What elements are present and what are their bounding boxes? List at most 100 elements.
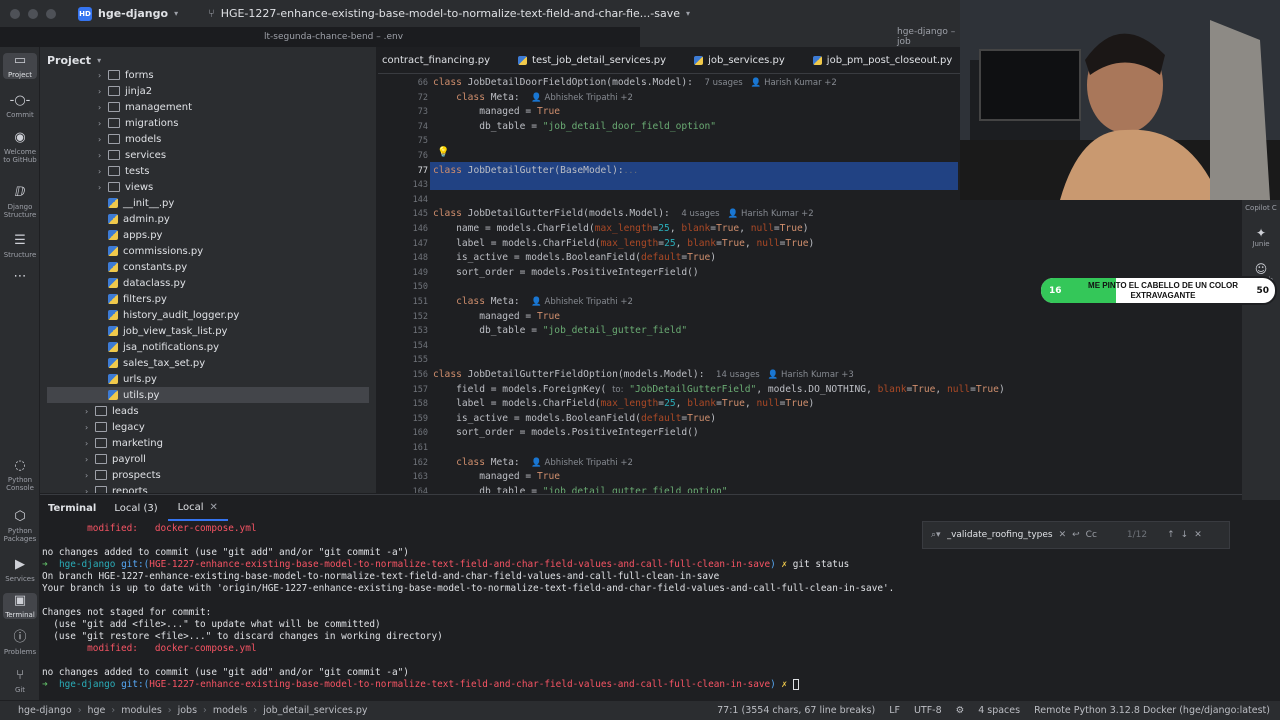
code-line[interactable]: db_table = "job_detail_door_field_option…: [433, 121, 716, 132]
tree-file[interactable]: sales_tax_set.py: [40, 355, 205, 371]
line-number[interactable]: 161: [378, 443, 428, 453]
chevron-right-icon[interactable]: ›: [98, 103, 108, 112]
chevron-right-icon[interactable]: ›: [98, 119, 108, 128]
chevron-right-icon[interactable]: ›: [98, 87, 108, 96]
chevron-right-icon[interactable]: ›: [85, 423, 95, 432]
previous-match-icon[interactable]: ↑: [1167, 530, 1175, 540]
chevron-down-icon[interactable]: ▾: [686, 9, 690, 18]
code-line[interactable]: class JobDetailGutterField(models.Model)…: [433, 208, 814, 219]
tree-folder[interactable]: › prospects: [40, 467, 161, 483]
tree-folder[interactable]: › services: [40, 147, 166, 163]
line-number[interactable]: 74: [378, 122, 428, 132]
line-number[interactable]: 145: [378, 209, 428, 219]
line-number[interactable]: 149: [378, 268, 428, 278]
file-encoding[interactable]: UTF-8: [914, 705, 942, 716]
code-line[interactable]: class Meta: 👤 Abhishek Tripathi +2: [433, 92, 633, 103]
tool-python-console[interactable]: ◌ Python Console: [0, 458, 40, 492]
code-line[interactable]: sort_order = models.PositiveIntegerField…: [433, 427, 699, 438]
line-number[interactable]: 159: [378, 414, 428, 424]
editor-tab[interactable]: test_job_detail_services.py: [504, 47, 680, 73]
line-number[interactable]: 143: [378, 180, 428, 190]
line-number[interactable]: 153: [378, 326, 428, 336]
minimize-window-button[interactable]: [28, 8, 38, 19]
close-search-icon[interactable]: ✕: [1194, 530, 1202, 540]
tool-[interactable]: ⋯: [0, 269, 40, 287]
tree-folder[interactable]: › tests: [40, 163, 149, 179]
search-input[interactable]: _validate_roofing_types: [947, 530, 1053, 540]
code-line[interactable]: label = models.CharField(max_length=25, …: [433, 398, 814, 409]
code-line[interactable]: managed = True: [433, 471, 560, 482]
tree-file[interactable]: __init__.py: [40, 195, 174, 211]
code-line[interactable]: db_table = "job_detail_gutter_field_opti…: [433, 486, 727, 493]
tool-copilot-c[interactable]: Copilot C: [1242, 204, 1280, 212]
python-interpreter[interactable]: Remote Python 3.12.8 Docker (hge/django:…: [1034, 705, 1270, 716]
tree-folder[interactable]: › migrations: [40, 115, 178, 131]
tree-folder[interactable]: › jinja2: [40, 83, 152, 99]
match-case-button[interactable]: Cc: [1086, 530, 1097, 540]
chevron-down-icon[interactable]: ▾: [97, 56, 101, 65]
terminal-tab-local-3[interactable]: Local (3): [104, 495, 167, 521]
line-number[interactable]: 146: [378, 224, 428, 234]
chevron-right-icon[interactable]: ›: [85, 471, 95, 480]
tree-folder[interactable]: › management: [40, 99, 192, 115]
tree-folder[interactable]: › models: [40, 131, 161, 147]
line-number[interactable]: 155: [378, 355, 428, 365]
line-number[interactable]: 73: [378, 107, 428, 117]
code-line[interactable]: class JobDetailDoorFieldOption(models.Mo…: [433, 77, 837, 88]
code-line[interactable]: label = models.CharField(max_length=25, …: [433, 238, 814, 249]
caret-position[interactable]: 77:1 (3554 chars, 67 line breaks): [717, 705, 875, 716]
search-icon[interactable]: ⌕▾: [931, 530, 941, 540]
maximize-window-button[interactable]: [46, 8, 56, 19]
code-line[interactable]: class Meta: 👤 Abhishek Tripathi +2: [433, 296, 633, 307]
window-tab-1[interactable]: lt-segunda-chance-bend – .env: [264, 32, 403, 42]
code-line[interactable]: managed = True: [433, 106, 560, 117]
tree-file[interactable]: admin.py: [40, 211, 170, 227]
tree-folder[interactable]: › legacy: [40, 419, 145, 435]
line-number[interactable]: 76: [378, 151, 428, 161]
clear-search-icon[interactable]: ✕: [1059, 530, 1067, 540]
breadcrumb-item[interactable]: hge: [88, 705, 106, 716]
line-number[interactable]: 154: [378, 341, 428, 351]
chevron-right-icon[interactable]: ›: [85, 439, 95, 448]
tool-commit[interactable]: -○- Commit: [0, 93, 40, 119]
line-number[interactable]: 75: [378, 136, 428, 146]
tree-folder[interactable]: › views: [40, 179, 153, 195]
line-number[interactable]: 156: [378, 370, 428, 380]
project-name[interactable]: hge-django: [98, 7, 168, 20]
chevron-right-icon[interactable]: ›: [98, 135, 108, 144]
code-line[interactable]: class JobDetailGutter(BaseModel):...: [433, 165, 638, 176]
tool-welcome-to-github[interactable]: ◉ Welcome to GitHub: [0, 130, 40, 164]
tree-folder[interactable]: › forms: [40, 67, 154, 83]
tool-project[interactable]: ▭ Project: [3, 53, 37, 79]
chevron-right-icon[interactable]: ›: [98, 151, 108, 160]
breadcrumb-item[interactable]: job_detail_services.py: [263, 705, 367, 716]
tree-file[interactable]: apps.py: [40, 227, 162, 243]
project-badge[interactable]: HD: [78, 6, 92, 21]
tree-file[interactable]: constants.py: [40, 259, 187, 275]
tree-file[interactable]: filters.py: [40, 291, 167, 307]
code-line[interactable]: field = models.ForeignKey( to: "JobDetai…: [433, 384, 1005, 395]
next-match-icon[interactable]: ↓: [1181, 530, 1189, 540]
tree-folder[interactable]: › marketing: [40, 435, 163, 451]
line-separator[interactable]: LF: [889, 705, 900, 716]
chevron-right-icon[interactable]: ›: [85, 407, 95, 416]
breadcrumb-item[interactable]: jobs: [178, 705, 197, 716]
tree-file[interactable]: dataclass.py: [40, 275, 186, 291]
code-line[interactable]: managed = True: [433, 311, 560, 322]
line-number[interactable]: 66: [378, 78, 428, 88]
line-number[interactable]: 144: [378, 195, 428, 205]
line-number[interactable]: 158: [378, 399, 428, 409]
line-number[interactable]: 164: [378, 487, 428, 493]
code-line[interactable]: is_active = models.BooleanField(default=…: [433, 413, 716, 424]
chevron-down-icon[interactable]: ▾: [174, 9, 178, 18]
branch-name[interactable]: HGE-1227-enhance-existing-base-model-to-…: [221, 7, 680, 20]
settings-icon[interactable]: ⚙: [956, 705, 965, 716]
tool-problems[interactable]: ⓘ Problems: [0, 630, 40, 656]
tree-folder[interactable]: › leads: [40, 403, 139, 419]
tool-junie[interactable]: ✦ Junie: [1242, 226, 1280, 248]
code-line[interactable]: db_table = "job_detail_gutter_field": [433, 325, 687, 336]
line-number[interactable]: 163: [378, 472, 428, 482]
close-icon[interactable]: ✕: [210, 502, 218, 513]
line-number[interactable]: 150: [378, 282, 428, 292]
terminal-tab-local[interactable]: Local ✕: [167, 495, 228, 521]
